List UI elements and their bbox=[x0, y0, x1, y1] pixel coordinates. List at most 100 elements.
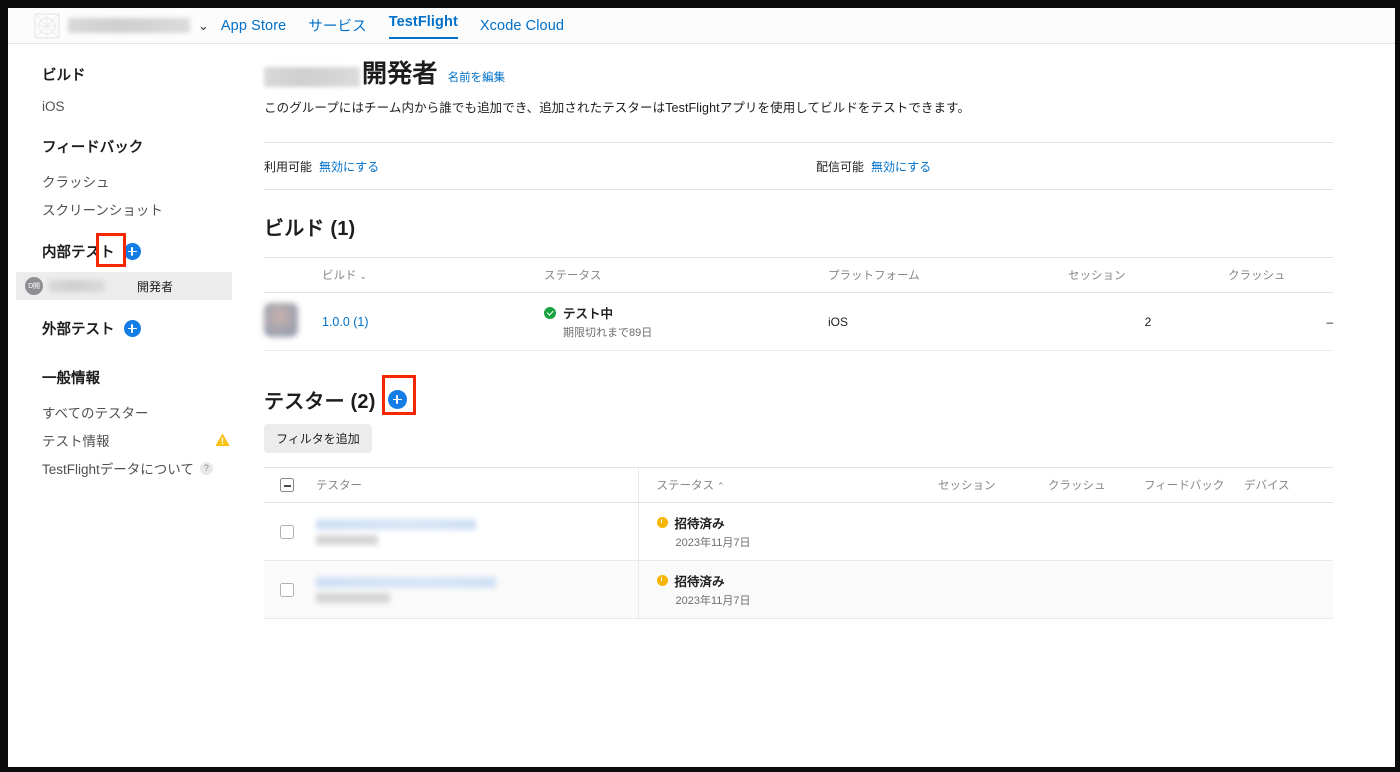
tester-status-cell: 招待済み 2023年11月7日 bbox=[637, 560, 939, 619]
testers-section-title-label: テスター (2) bbox=[264, 391, 376, 413]
tester-status-date: 2023年11月7日 bbox=[675, 537, 751, 549]
sidebar-item-screenshots[interactable]: スクリーンショット bbox=[8, 195, 248, 223]
sidebar-heading-builds: ビルド bbox=[42, 68, 86, 84]
app-icon bbox=[34, 13, 60, 38]
availability-available-label: 利用可能 bbox=[264, 159, 313, 174]
sidebar-item-all-testers[interactable]: すべてのテスター bbox=[8, 398, 248, 426]
builds-col-crashes[interactable]: クラッシュ bbox=[1228, 257, 1333, 293]
testers-section-title: テスター (2) bbox=[264, 375, 1333, 415]
group-name-redacted bbox=[49, 280, 105, 292]
builds-table-header-row: ビルド ⌄ ステータス プラットフォーム セッション クラッシュ bbox=[264, 257, 1333, 293]
disable-availability-link[interactable]: 無効にする bbox=[319, 158, 379, 175]
sidebar-item-label: すべてのテスター bbox=[42, 406, 149, 421]
table-row[interactable]: 1.0.0 (1) テスト中 期限切れまで89日 iOS 2 – bbox=[264, 292, 1333, 351]
select-all-checkbox[interactable] bbox=[280, 478, 294, 493]
tester-feedback-cell bbox=[1144, 502, 1244, 561]
sidebar-item-label: iOS bbox=[42, 99, 65, 114]
window-frame: ⌄ App Store サービス TestFlight Xcode Cloud … bbox=[0, 0, 1400, 772]
tester-sessions-cell bbox=[938, 560, 1048, 619]
build-app-icon-cell bbox=[264, 292, 322, 351]
builds-col-build[interactable]: ビルド ⌄ bbox=[322, 257, 544, 293]
tester-sessions-cell bbox=[938, 502, 1048, 561]
add-internal-test-group-button[interactable] bbox=[123, 243, 141, 260]
sidebar-heading-external-testing: 外部テスト bbox=[8, 318, 248, 339]
nav-link-services[interactable]: サービス bbox=[308, 15, 366, 36]
tester-email-redacted bbox=[316, 534, 378, 545]
builds-table: ビルド ⌄ ステータス プラットフォーム セッション クラッシュ 1.0.0 (1… bbox=[264, 257, 1333, 351]
nav-link-testflight[interactable]: TestFlight bbox=[388, 14, 459, 39]
sidebar-item-about-testflight-data[interactable]: TestFlightデータについて ? bbox=[8, 454, 248, 482]
tester-row-checkbox[interactable] bbox=[280, 582, 294, 597]
edit-name-link[interactable]: 名前を編集 bbox=[448, 69, 506, 85]
table-row[interactable]: 招待済み 2023年11月7日 bbox=[264, 502, 1333, 561]
sidebar-heading-label: 内部テスト bbox=[42, 245, 115, 261]
build-version-cell: 1.0.0 (1) bbox=[322, 292, 544, 351]
sidebar-item-group-developer[interactable]: D開 開発者 bbox=[16, 272, 232, 300]
tester-status: 招待済み bbox=[656, 571, 939, 590]
group-description: このグループにはチーム内から誰でも追加でき、追加されたテスターはTestFlig… bbox=[264, 101, 971, 115]
build-status-label: テスト中 bbox=[563, 307, 614, 321]
tester-status-cell: 招待済み 2023年11月7日 bbox=[637, 502, 939, 561]
main-content: 開発者 名前を編集 このグループにはチーム内から誰でも追加でき、追加されたテスタ… bbox=[248, 44, 1395, 767]
build-crashes-cell: – bbox=[1228, 292, 1333, 351]
page-root: ⌄ App Store サービス TestFlight Xcode Cloud … bbox=[8, 8, 1395, 767]
build-app-icon bbox=[264, 303, 298, 337]
tester-row-checkbox[interactable] bbox=[280, 524, 294, 539]
status-pending-icon bbox=[656, 517, 668, 528]
page-title: 開発者 bbox=[362, 60, 438, 88]
tester-select-cell bbox=[264, 560, 316, 619]
tester-crashes-cell bbox=[1048, 560, 1144, 619]
add-external-test-group-button[interactable] bbox=[123, 320, 141, 337]
tester-name-cell bbox=[316, 502, 638, 561]
select-all-cell bbox=[264, 467, 316, 503]
tester-name-cell bbox=[316, 560, 638, 619]
sidebar-item-test-information[interactable]: テスト情報 bbox=[8, 426, 248, 454]
nav-link-app-store[interactable]: App Store bbox=[221, 18, 286, 34]
sort-chevron-down-icon: ⌄ bbox=[359, 271, 368, 281]
builds-col-status[interactable]: ステータス bbox=[544, 257, 828, 293]
build-version-link[interactable]: 1.0.0 (1) bbox=[322, 315, 369, 329]
tester-device-cell bbox=[1244, 560, 1333, 619]
availability-distribution: 配信可能 無効にする bbox=[816, 158, 931, 175]
builds-col-sessions[interactable]: セッション bbox=[1068, 257, 1228, 293]
nav-link-xcode-cloud[interactable]: Xcode Cloud bbox=[480, 18, 564, 34]
group-avatar: D開 bbox=[25, 277, 43, 295]
testers-col-feedback[interactable]: フィードバック bbox=[1144, 467, 1244, 503]
sort-chevron-up-icon: ⌃ bbox=[717, 481, 725, 491]
testers-col-status[interactable]: ステータス ⌃ bbox=[637, 467, 938, 503]
sidebar-item-ios[interactable]: iOS bbox=[8, 95, 248, 118]
tester-feedback-cell bbox=[1144, 560, 1244, 619]
testers-table-header-row: テスター ステータス ⌃ セッション クラッシュ フィードバック デバイス bbox=[264, 467, 1333, 503]
testers-col-device[interactable]: デバイス bbox=[1244, 467, 1333, 503]
testers-col-sessions[interactable]: セッション bbox=[938, 467, 1048, 503]
builds-section-title: ビルド (1) bbox=[264, 218, 356, 240]
builds-col-platform[interactable]: プラットフォーム bbox=[828, 257, 1068, 293]
testers-table: テスター ステータス ⌃ セッション クラッシュ フィードバック デバイス 招待… bbox=[264, 467, 1333, 619]
status-check-icon bbox=[544, 306, 556, 319]
tester-status-label: 招待済み bbox=[674, 517, 725, 531]
sidebar: ビルド iOS フィードバック クラッシュ スクリーンショット 内部テスト D開 bbox=[8, 44, 248, 767]
tester-email-redacted bbox=[316, 592, 390, 603]
add-tester-button[interactable] bbox=[387, 390, 407, 409]
table-row[interactable]: 招待済み 2023年11月7日 bbox=[264, 560, 1333, 619]
build-status-sub: 期限切れまで89日 bbox=[563, 327, 653, 339]
builds-col-build-label: ビルド bbox=[322, 270, 357, 282]
sidebar-heading-feedback: フィードバック bbox=[42, 140, 144, 156]
tester-name-redacted bbox=[316, 518, 476, 530]
build-status-cell: テスト中 期限切れまで89日 bbox=[544, 292, 828, 351]
testers-col-crashes[interactable]: クラッシュ bbox=[1048, 467, 1144, 503]
sidebar-item-label: クラッシュ bbox=[42, 175, 110, 190]
group-role-label: 開発者 bbox=[137, 279, 174, 294]
testers-col-tester[interactable]: テスター bbox=[316, 467, 638, 503]
tester-status-label: 招待済み bbox=[674, 575, 725, 589]
tester-status: 招待済み bbox=[656, 513, 939, 532]
disable-distribution-link[interactable]: 無効にする bbox=[871, 158, 931, 175]
app-switcher-chevron-down-icon[interactable]: ⌄ bbox=[198, 19, 209, 32]
sidebar-item-crashes[interactable]: クラッシュ bbox=[8, 167, 248, 195]
add-filter-button[interactable]: フィルタを追加 bbox=[264, 424, 372, 453]
tester-name-redacted bbox=[316, 576, 496, 588]
help-icon[interactable]: ? bbox=[199, 461, 213, 475]
warning-icon bbox=[215, 433, 230, 446]
